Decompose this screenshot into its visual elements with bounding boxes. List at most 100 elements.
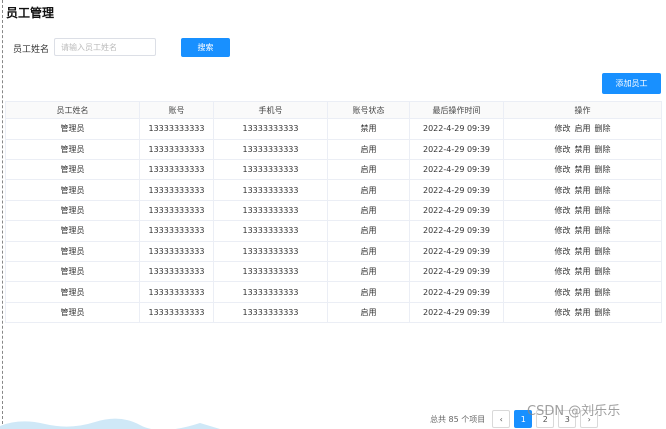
cell-last-time: 2022-4-29 09:39 [409, 179, 504, 201]
cell-account: 13333333333 [139, 302, 214, 324]
cell-account: 13333333333 [139, 261, 214, 283]
page-title: 员工管理 [6, 6, 55, 20]
cell-name: 管理员 [5, 261, 140, 283]
search-button[interactable]: 搜索 [181, 38, 230, 57]
toggle-status-link[interactable]: 启用 [575, 124, 591, 133]
toggle-status-link[interactable]: 禁用 [575, 267, 591, 276]
cell-status: 启用 [327, 139, 410, 160]
cell-last-time: 2022-4-29 09:39 [409, 220, 504, 242]
cell-phone: 13333333333 [213, 261, 328, 283]
edit-link[interactable]: 修改 [555, 124, 571, 133]
table-row: 管理员 13333333333 13333333333 启用 2022-4-29 09:… [5, 200, 662, 222]
cell-account: 13333333333 [139, 118, 214, 140]
cell-status: 启用 [327, 179, 410, 201]
cell-phone: 13333333333 [213, 241, 328, 262]
delete-link[interactable]: 删除 [595, 267, 611, 276]
cell-actions: 修改 禁用 删除 [503, 241, 662, 262]
watermark: CSDN @刘乐乐 [527, 404, 621, 419]
cell-name: 管理员 [5, 220, 140, 242]
edit-link[interactable]: 修改 [555, 165, 571, 174]
cell-name: 管理员 [5, 159, 140, 181]
table-row: 管理员 13333333333 13333333333 启用 2022-4-29 09:… [5, 179, 662, 201]
cell-phone: 13333333333 [213, 139, 328, 160]
cell-actions: 修改 禁用 删除 [503, 179, 662, 201]
edit-link[interactable]: 修改 [555, 308, 571, 317]
delete-link[interactable]: 删除 [595, 206, 611, 215]
col-header-last-time: 最后操作时间 [409, 101, 504, 119]
search-label: 员工姓名 [13, 45, 50, 55]
cell-actions: 修改 禁用 删除 [503, 159, 662, 181]
cell-name: 管理员 [5, 302, 140, 324]
cell-phone: 13333333333 [213, 159, 328, 181]
table-row: 管理员 13333333333 13333333333 启用 2022-4-29 09:… [5, 302, 662, 324]
cell-status: 启用 [327, 220, 410, 242]
cell-actions: 修改 禁用 删除 [503, 200, 662, 222]
table-row: 管理员 13333333333 13333333333 启用 2022-4-29 09:… [5, 281, 662, 303]
cell-status: 启用 [327, 281, 410, 303]
table-row: 管理员 13333333333 13333333333 启用 2022-4-29 09:… [5, 261, 662, 283]
edit-link[interactable]: 修改 [555, 145, 571, 154]
cell-account: 13333333333 [139, 139, 214, 160]
col-header-phone: 手机号 [213, 101, 328, 119]
cell-phone: 13333333333 [213, 302, 328, 324]
cell-account: 13333333333 [139, 159, 214, 181]
delete-link[interactable]: 删除 [595, 226, 611, 235]
toggle-status-link[interactable]: 禁用 [575, 247, 591, 256]
edit-link[interactable]: 修改 [555, 186, 571, 195]
table-header-row: 员工姓名 账号 手机号 账号状态 最后操作时间 操作 [5, 101, 662, 119]
cell-last-time: 2022-4-29 09:39 [409, 118, 504, 140]
delete-link[interactable]: 删除 [595, 247, 611, 256]
delete-link[interactable]: 删除 [595, 288, 611, 297]
cell-status: 禁用 [327, 118, 410, 140]
cell-status: 启用 [327, 241, 410, 262]
cell-account: 13333333333 [139, 179, 214, 201]
edit-link[interactable]: 修改 [555, 247, 571, 256]
toggle-status-link[interactable]: 禁用 [575, 206, 591, 215]
employee-table: 员工姓名 账号 手机号 账号状态 最后操作时间 操作 管理员 1333333333… [5, 101, 662, 324]
employee-name-input[interactable] [54, 38, 156, 56]
cell-phone: 13333333333 [213, 281, 328, 303]
cell-last-time: 2022-4-29 09:39 [409, 281, 504, 303]
cell-name: 管理员 [5, 281, 140, 303]
cell-name: 管理员 [5, 179, 140, 201]
edit-link[interactable]: 修改 [555, 267, 571, 276]
delete-link[interactable]: 删除 [595, 308, 611, 317]
toggle-status-link[interactable]: 禁用 [575, 288, 591, 297]
toggle-status-link[interactable]: 禁用 [575, 165, 591, 174]
cell-account: 13333333333 [139, 241, 214, 262]
delete-link[interactable]: 删除 [595, 165, 611, 174]
toggle-status-link[interactable]: 禁用 [575, 226, 591, 235]
toggle-status-link[interactable]: 禁用 [575, 145, 591, 154]
edit-link[interactable]: 修改 [555, 226, 571, 235]
cell-name: 管理员 [5, 118, 140, 140]
edit-link[interactable]: 修改 [555, 288, 571, 297]
cell-phone: 13333333333 [213, 118, 328, 140]
cell-phone: 13333333333 [213, 220, 328, 242]
cell-last-time: 2022-4-29 09:39 [409, 261, 504, 283]
cell-actions: 修改 禁用 删除 [503, 261, 662, 283]
cell-last-time: 2022-4-29 09:39 [409, 159, 504, 181]
col-header-status: 账号状态 [327, 101, 410, 119]
delete-link[interactable]: 删除 [595, 186, 611, 195]
table-row: 管理员 13333333333 13333333333 禁用 2022-4-29 09:… [5, 118, 662, 140]
cell-name: 管理员 [5, 241, 140, 262]
cell-status: 启用 [327, 200, 410, 222]
col-header-actions: 操作 [503, 101, 662, 119]
col-header-account: 账号 [139, 101, 214, 119]
toggle-status-link[interactable]: 禁用 [575, 308, 591, 317]
cell-last-time: 2022-4-29 09:39 [409, 139, 504, 160]
table-row: 管理员 13333333333 13333333333 启用 2022-4-29 09:… [5, 159, 662, 181]
edit-link[interactable]: 修改 [555, 206, 571, 215]
cell-status: 启用 [327, 302, 410, 324]
cell-name: 管理员 [5, 200, 140, 222]
delete-link[interactable]: 删除 [595, 124, 611, 133]
toggle-status-link[interactable]: 禁用 [575, 186, 591, 195]
add-employee-button[interactable]: 添加员工 [602, 73, 661, 94]
cell-actions: 修改 禁用 删除 [503, 139, 662, 160]
total-count: 总共 85 个项目 [430, 414, 486, 424]
delete-link[interactable]: 删除 [595, 145, 611, 154]
cell-actions: 修改 禁用 删除 [503, 220, 662, 242]
cell-last-time: 2022-4-29 09:39 [409, 241, 504, 262]
cell-last-time: 2022-4-29 09:39 [409, 200, 504, 222]
prev-page-button[interactable]: ‹ [492, 410, 511, 428]
